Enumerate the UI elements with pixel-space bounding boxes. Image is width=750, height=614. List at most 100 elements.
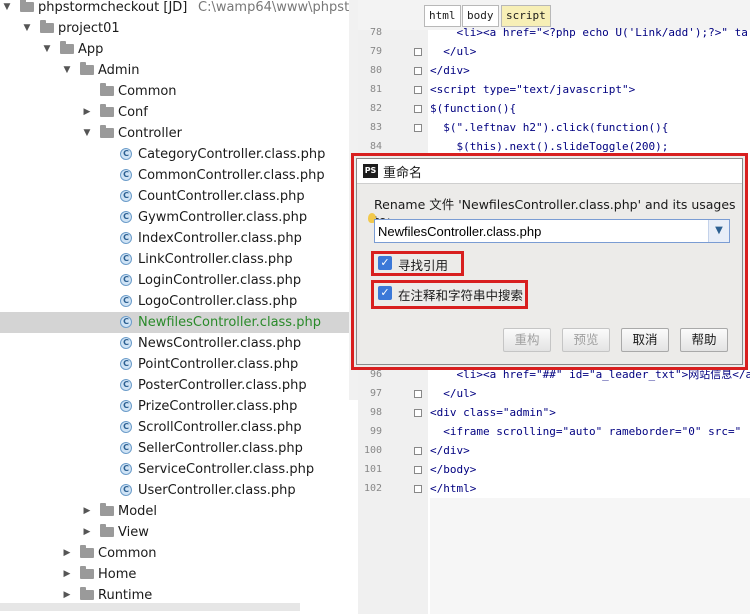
dialog-title-bar[interactable]: PS 重命名 (357, 159, 742, 184)
fold-marker-icon[interactable] (414, 390, 422, 398)
tree-folder-row[interactable]: ▶ View (0, 522, 358, 543)
phpstorm-app-icon: PS (363, 164, 378, 178)
tree-item-label: PosterController.class.php (138, 378, 307, 393)
expand-arrow-icon[interactable]: ▼ (82, 123, 92, 144)
tree-item-label: Conf (118, 105, 148, 120)
tree-file-row[interactable]: C ScrollController.class.php (0, 417, 358, 438)
line-number: 101 (363, 464, 382, 475)
fold-marker-icon[interactable] (414, 447, 422, 455)
project-path: C:\wamp64\www\phpstormche (198, 0, 358, 15)
code-line[interactable]: </body> (430, 460, 476, 479)
tree-item-label: ScrollController.class.php (138, 420, 302, 435)
line-number: 98 (369, 407, 382, 418)
php-class-icon: C (120, 295, 132, 307)
collapse-arrow-icon[interactable]: ▶ (82, 522, 92, 543)
expand-arrow-icon[interactable]: ▼ (42, 39, 52, 60)
collapse-arrow-icon[interactable]: ▶ (62, 564, 72, 585)
code-line[interactable]: <script type="text/javascript"> (430, 80, 635, 99)
php-class-icon: C (120, 148, 132, 160)
fold-marker-icon[interactable] (414, 48, 422, 56)
tree-file-row[interactable]: C GywmController.class.php (0, 207, 358, 228)
expand-arrow-icon[interactable]: ▼ (2, 0, 12, 18)
tree-file-row[interactable]: C UserController.class.php (0, 480, 358, 501)
php-class-icon: C (120, 463, 132, 475)
search-references-label[interactable]: 寻找引用 (398, 255, 448, 274)
code-line[interactable]: <iframe scrolling="auto" rameborder="0" … (430, 422, 741, 441)
collapse-arrow-icon[interactable]: ▶ (82, 102, 92, 123)
tree-file-row[interactable]: C PosterController.class.php (0, 375, 358, 396)
chevron-down-icon[interactable]: ▼ (708, 220, 729, 242)
help-button[interactable]: 帮助 (680, 328, 728, 352)
expand-arrow-icon[interactable]: ▼ (62, 60, 72, 81)
tree-item-label: NewfilesController.class.php (138, 315, 321, 330)
preview-button[interactable]: 预览 (562, 328, 610, 352)
tree-folder-row[interactable]: ▼ App (0, 39, 358, 60)
collapse-arrow-icon[interactable]: ▶ (62, 543, 72, 564)
code-line[interactable]: $(function(){ (430, 99, 516, 118)
tree-folder-row[interactable]: ▶ Conf (0, 102, 358, 123)
expand-arrow-icon[interactable]: ▼ (22, 18, 32, 39)
code-line[interactable]: <li><a href="<?php echo U('Link/add');?>… (430, 23, 747, 42)
tree-folder-row[interactable]: Common (0, 81, 358, 102)
folder-icon (100, 503, 114, 516)
php-class-icon: C (120, 400, 132, 412)
tree-file-row[interactable]: C NewsController.class.php (0, 333, 358, 354)
tree-item-label: PointController.class.php (138, 357, 299, 372)
code-line[interactable]: </html> (430, 479, 476, 498)
code-line[interactable]: <div class="admin"> (430, 403, 556, 422)
tree-folder-row[interactable]: ▶ Common (0, 543, 358, 564)
tree-folder-row[interactable]: ▶ Home (0, 564, 358, 585)
search-comments-label[interactable]: 在注释和字符串中搜索 (398, 285, 523, 304)
tree-file-row[interactable]: C ServiceController.class.php (0, 459, 358, 480)
tree-file-row[interactable]: C LinkController.class.php (0, 249, 358, 270)
code-line[interactable]: </ul> (430, 384, 476, 403)
tree-folder-row[interactable]: ▼ phpstormcheckout [JD] C:\wamp64\www\phps… (0, 0, 358, 18)
folder-icon (100, 83, 114, 96)
tree-file-row[interactable]: C NewfilesController.class.php (0, 312, 358, 333)
collapse-arrow-icon[interactable]: ▶ (82, 501, 92, 522)
tree-folder-row[interactable]: ▼ Admin (0, 60, 358, 81)
tree-folder-row[interactable]: ▼ Controller (0, 123, 358, 144)
fold-marker-icon[interactable] (414, 124, 422, 132)
folder-icon (80, 545, 94, 558)
fold-marker-icon[interactable] (414, 105, 422, 113)
fold-marker-icon[interactable] (414, 409, 422, 417)
dialog-title: 重命名 (383, 166, 423, 181)
code-line[interactable]: </div> (430, 61, 470, 80)
tree-item-label: LoginController.class.php (138, 273, 302, 288)
fold-marker-icon[interactable] (414, 67, 422, 75)
new-name-combobox[interactable]: ▼ (374, 219, 730, 243)
php-class-icon: C (120, 316, 132, 328)
code-line[interactable]: </ul> (430, 42, 476, 61)
tree-horizontal-scrollbar[interactable] (0, 603, 300, 611)
tree-folder-row[interactable]: ▶ Model (0, 501, 358, 522)
tree-file-row[interactable]: C PrizeController.class.php (0, 396, 358, 417)
tree-file-row[interactable]: C SellerController.class.php (0, 438, 358, 459)
code-line[interactable]: $(".leftnav h2").click(function(){ (430, 118, 668, 137)
tree-file-row[interactable]: C CommonController.class.php (0, 165, 358, 186)
folder-icon (80, 62, 94, 75)
fold-marker-icon[interactable] (414, 86, 422, 94)
line-number: 79 (369, 46, 382, 57)
search-comments-checkbox[interactable]: ✓ (378, 286, 392, 300)
cancel-button[interactable]: 取消 (621, 328, 669, 352)
refactor-button[interactable]: 重构 (503, 328, 551, 352)
new-name-input[interactable] (378, 221, 703, 241)
tree-file-row[interactable]: C CountController.class.php (0, 186, 358, 207)
php-class-icon: C (120, 379, 132, 391)
tree-file-row[interactable]: C CategoryController.class.php (0, 144, 358, 165)
tree-file-row[interactable]: C LoginController.class.php (0, 270, 358, 291)
php-class-icon: C (120, 484, 132, 496)
tree-file-row[interactable]: C IndexController.class.php (0, 228, 358, 249)
folder-icon (80, 587, 94, 600)
fold-marker-icon[interactable] (414, 485, 422, 493)
tree-item-label: PrizeController.class.php (138, 399, 298, 414)
tree-file-row[interactable]: C LogoController.class.php (0, 291, 358, 312)
search-references-checkbox[interactable]: ✓ (378, 256, 392, 270)
tree-folder-row[interactable]: ▼ project01 (0, 18, 358, 39)
tree-item-label: CountController.class.php (138, 189, 305, 204)
php-class-icon: C (120, 253, 132, 265)
code-line[interactable]: </div> (430, 441, 470, 460)
fold-marker-icon[interactable] (414, 466, 422, 474)
tree-file-row[interactable]: C PointController.class.php (0, 354, 358, 375)
